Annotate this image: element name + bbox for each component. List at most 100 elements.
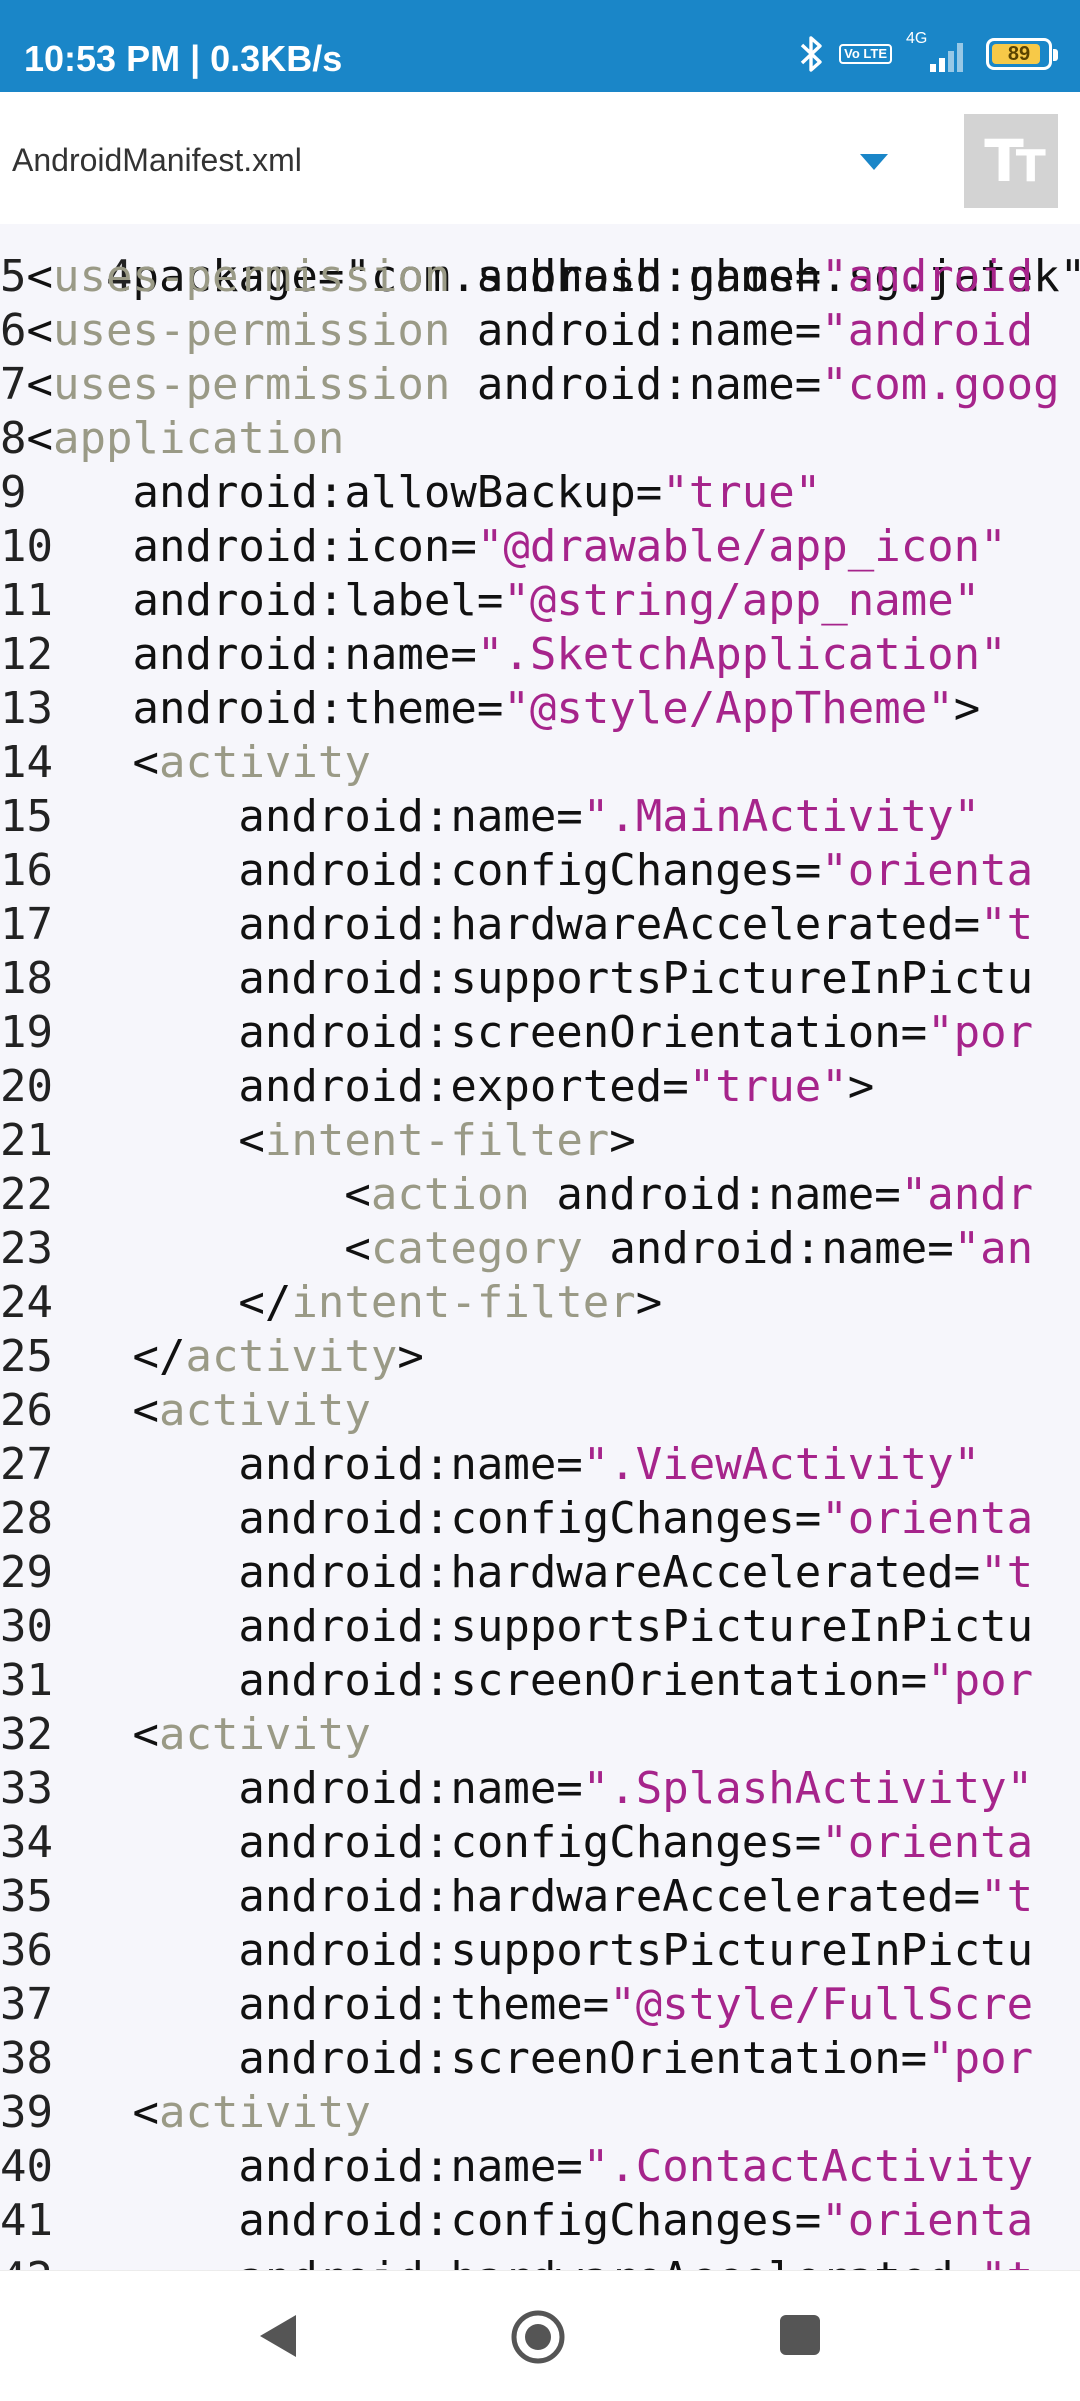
attribute-name: android:configChanges= [238,1493,822,1544]
code-line: 22 <action android:name="andr [0,1168,1033,1222]
code-line: 11 android:label="@string/app_name" [0,574,980,628]
attribute-name: android:supportsPictureInPictu [238,1601,1034,1652]
signal-icon: 4G [906,30,972,74]
tag-close: > [397,1331,424,1382]
code-line: 15 android:name=".MainActivity" [0,790,980,844]
attribute-name: android:name= [476,305,822,356]
tag-name: intent-filter [291,1277,636,1328]
tag-close: > [609,1115,636,1166]
line-number: 5 [0,251,27,302]
attribute-value: "t [980,1871,1034,1922]
attribute-name: android:hardwareAccelerated= [238,1547,981,1598]
line-number: 27 [0,1439,53,1490]
attribute-value: ".ContactActivity [582,2141,1034,2192]
attribute-name: android:theme= [238,1979,610,2030]
attribute-value: "orienta [821,845,1034,896]
home-circle-icon[interactable] [510,2309,566,2370]
attribute-name: android:name= [238,1439,583,1490]
attribute-name: android:name= [238,1763,583,1814]
battery-icon: 89 [986,38,1058,70]
tag-name: uses-permission [53,251,451,302]
tag-open: < [344,1223,371,1274]
attribute-value: "por [927,1655,1034,1706]
attribute-value: "orienta [821,1493,1034,1544]
status-icons: Vo LTE 4G 89 [799,30,1058,74]
attribute-value: "orienta [821,1817,1034,1868]
attribute-name: android:hardwareAccelerated= [238,1871,981,1922]
text-size-button[interactable]: TT [964,114,1058,208]
line-number: 33 [0,1763,53,1814]
code-line: 33 android:name=".SplashActivity" [0,1762,1033,1816]
code-line: 31 android:screenOrientation="por [0,1654,1033,1708]
attribute-value: "android [821,251,1034,302]
tag-name: activity [185,1331,398,1382]
code-line: 20 android:exported="true"> [0,1060,874,1114]
line-number: 26 [0,1385,53,1436]
tag-name: category [370,1223,583,1274]
line-number: 22 [0,1169,53,1220]
attribute-value: "@style/FullScre [609,1979,1034,2030]
code-line: 16 android:configChanges="orienta [0,844,1033,898]
line-number: 6 [0,305,27,356]
line-number: 25 [0,1331,53,1382]
attribute-value: "orienta [821,2195,1034,2246]
code-line: 27 android:name=".ViewActivity" [0,1438,980,1492]
attribute-name: android:allowBackup= [132,467,663,518]
code-line: 40 android:name=".ContactActivity [0,2140,1033,2194]
code-line: 23 <category android:name="an [0,1222,1033,1276]
code-line: 34 android:configChanges="orienta [0,1816,1033,1870]
attribute-name: android:name= [556,1169,901,1220]
tag-close: > [635,1277,663,1328]
line-number: 39 [0,2087,53,2138]
line-number: 42 [0,2253,53,2270]
line-number: 41 [0,2195,53,2246]
attribute-value: "an [953,1223,1034,1274]
code-line: 41 android:configChanges="orienta [0,2194,1033,2248]
attribute-value: "t [980,899,1034,950]
line-number: 11 [0,575,53,626]
attribute-value: "t [980,1547,1034,1598]
file-dropdown[interactable]: AndroidManifest.xml [12,92,892,224]
line-number: 37 [0,1979,53,2030]
line-number: 23 [0,1223,53,1274]
tag-name: uses-permission [53,359,451,410]
line-number: 28 [0,1493,53,1544]
volte-icon: Vo LTE [839,44,892,64]
line-number: 13 [0,683,53,734]
code-line: 26 <activity [0,1384,371,1438]
line-number: 20 [0,1061,53,1112]
code-line: 19 android:screenOrientation="por [0,1006,1033,1060]
back-triangle-icon[interactable] [258,2313,298,2364]
code-line: 9 android:allowBackup="true" [0,466,821,520]
attribute-value: ".SplashActivity" [582,1763,1034,1814]
attribute-value: "android [821,305,1034,356]
line-number: 14 [0,737,53,788]
recents-square-icon[interactable] [780,2315,820,2355]
tag-name: action [370,1169,530,1220]
line-number: 36 [0,1925,53,1976]
attribute-name: android:screenOrientation= [238,2033,928,2084]
code-editor[interactable]: 4package="com.subhash.ghosh.sg.jatek" 5<… [0,224,1080,2270]
line-number: 32 [0,1709,53,1760]
tag-name: activity [158,2087,371,2138]
attribute-name: android:icon= [132,521,477,572]
attribute-name: android:name= [476,359,822,410]
tag-name: activity [158,1385,371,1436]
code-line: 24 </intent-filter> [0,1276,662,1330]
code-line: 37 android:theme="@style/FullScre [0,1978,1033,2032]
tag-open: < [132,2087,159,2138]
tag-close: > [953,683,981,734]
file-name: AndroidManifest.xml [12,142,302,178]
editor-toolbar: AndroidManifest.xml TT [0,92,1080,224]
